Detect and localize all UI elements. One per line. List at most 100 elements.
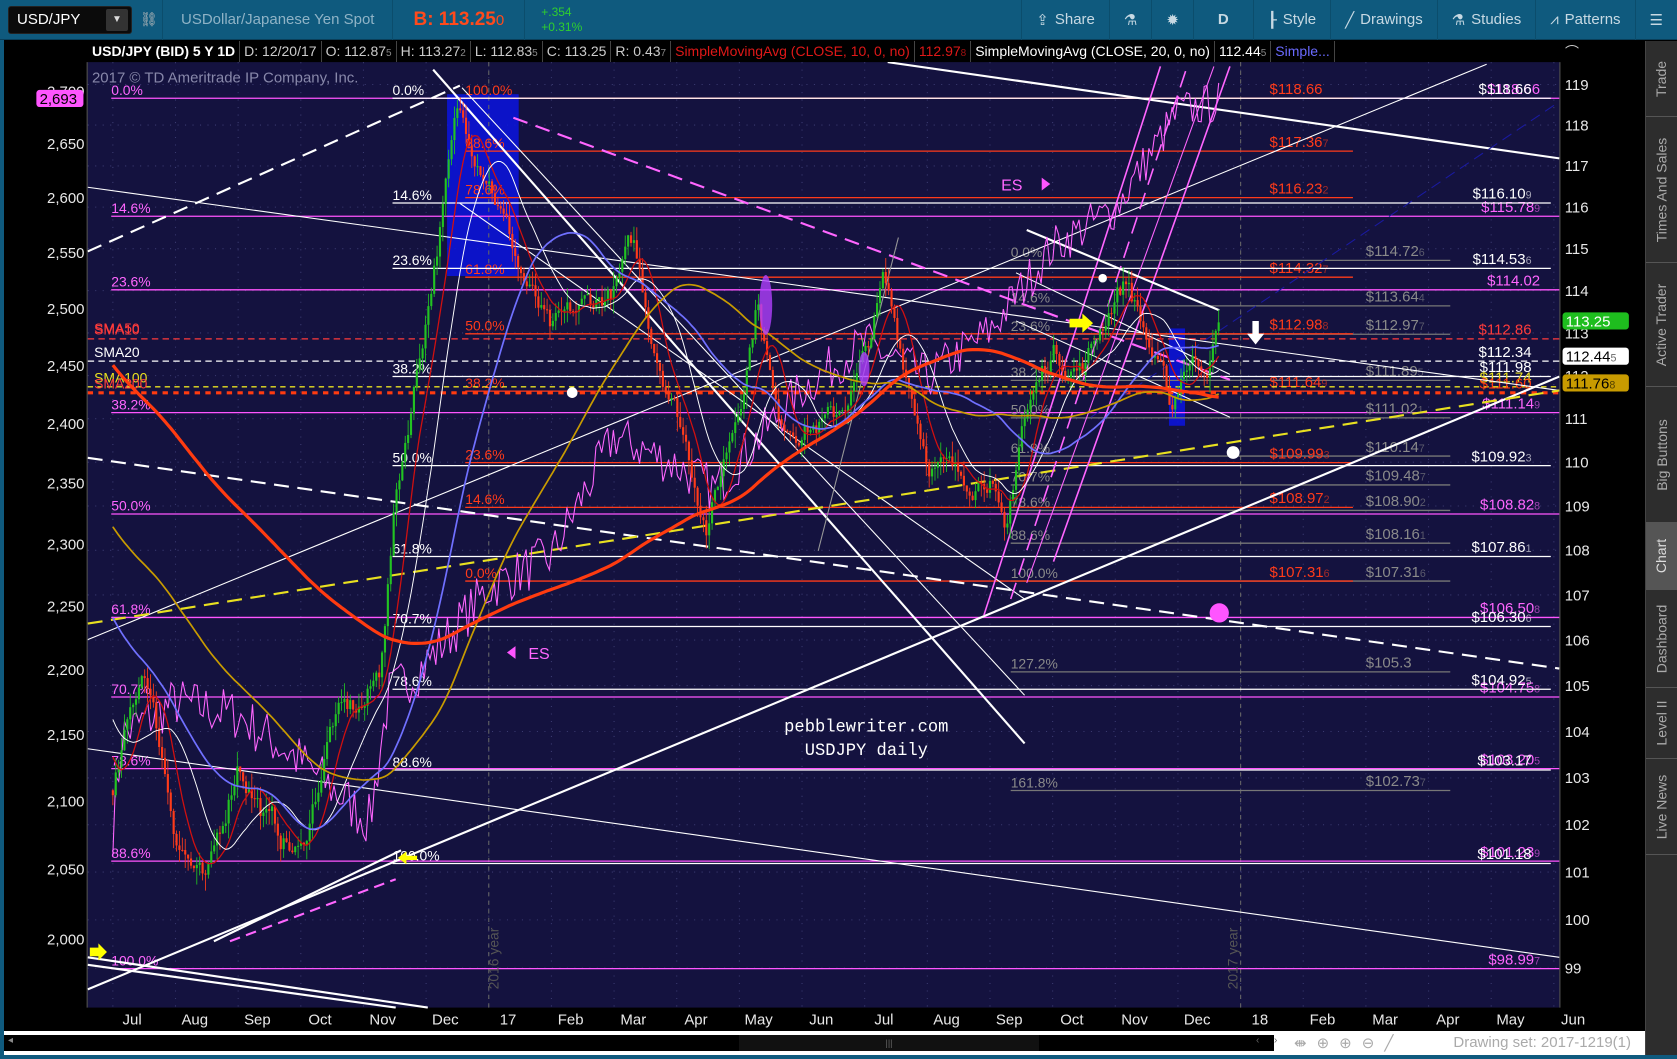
candle[interactable]: [1055, 344, 1058, 354]
candle[interactable]: [1174, 397, 1177, 410]
tab-live-news[interactable]: Live News: [1646, 759, 1677, 855]
candle[interactable]: [421, 348, 424, 359]
candle[interactable]: [123, 729, 126, 751]
crosshair-icon[interactable]: ⊕: [1317, 1034, 1330, 1052]
candle[interactable]: [1177, 393, 1180, 398]
candle[interactable]: [517, 256, 520, 268]
candle[interactable]: [340, 702, 343, 704]
scroll-thumb[interactable]: |||: [739, 1035, 1039, 1051]
candle[interactable]: [835, 414, 838, 417]
candle[interactable]: [627, 235, 630, 247]
candle[interactable]: [870, 338, 873, 348]
candle[interactable]: [1000, 502, 1003, 512]
candle[interactable]: [381, 652, 384, 678]
candle[interactable]: [1017, 447, 1020, 471]
candle[interactable]: [780, 419, 783, 425]
candle[interactable]: [1020, 426, 1023, 448]
candle[interactable]: [1093, 341, 1096, 344]
candle[interactable]: [757, 304, 760, 311]
candle[interactable]: [1116, 287, 1119, 303]
link-icon[interactable]: ⛓: [140, 11, 158, 28]
candle[interactable]: [826, 406, 829, 415]
candle[interactable]: [273, 806, 277, 824]
candle[interactable]: [629, 235, 633, 243]
candle[interactable]: [592, 305, 595, 308]
candle[interactable]: [658, 362, 662, 371]
candle[interactable]: [540, 305, 543, 308]
candle[interactable]: [137, 687, 140, 700]
candle[interactable]: [404, 442, 407, 462]
candle[interactable]: [676, 398, 679, 417]
candle[interactable]: [514, 248, 517, 257]
candle[interactable]: [375, 672, 378, 681]
candle[interactable]: [412, 386, 415, 414]
candle[interactable]: [609, 289, 612, 299]
candle[interactable]: [1142, 321, 1145, 328]
candle[interactable]: [1159, 359, 1162, 361]
chevron-down-icon[interactable]: ▼: [106, 8, 128, 31]
candle[interactable]: [502, 208, 505, 214]
candle[interactable]: [470, 145, 473, 157]
candle[interactable]: [378, 672, 381, 678]
candle[interactable]: [789, 431, 792, 433]
candle[interactable]: [632, 240, 635, 243]
candle[interactable]: [1096, 340, 1099, 342]
share-button[interactable]: ⇪ Share: [1021, 0, 1109, 40]
candle[interactable]: [589, 293, 592, 306]
candle[interactable]: [1072, 368, 1075, 372]
candle[interactable]: [997, 491, 1000, 503]
candle[interactable]: [1136, 300, 1139, 307]
candle[interactable]: [326, 742, 329, 760]
candle[interactable]: [742, 394, 745, 410]
candle[interactable]: [948, 456, 951, 458]
tab-chart[interactable]: Chart: [1646, 523, 1677, 590]
patterns-button[interactable]: ⩘ Patterns: [1535, 0, 1634, 40]
candle[interactable]: [132, 704, 135, 708]
candle[interactable]: [624, 246, 627, 260]
candle[interactable]: [1124, 281, 1128, 285]
candle[interactable]: [160, 746, 164, 758]
candle[interactable]: [711, 502, 714, 524]
candle[interactable]: [745, 370, 748, 395]
candle[interactable]: [641, 268, 644, 293]
candle[interactable]: [473, 156, 476, 167]
candle[interactable]: [1194, 356, 1197, 360]
candle[interactable]: [1182, 371, 1185, 379]
candle[interactable]: [849, 391, 853, 406]
candle[interactable]: [922, 439, 925, 447]
symbol-selector[interactable]: USD/JPY ▼: [8, 5, 132, 34]
candle[interactable]: [1162, 360, 1165, 366]
candle[interactable]: [415, 370, 418, 387]
tab-trade[interactable]: Trade: [1646, 41, 1677, 117]
candle[interactable]: [974, 491, 977, 501]
candle[interactable]: [1098, 329, 1102, 341]
candle[interactable]: [580, 298, 583, 305]
candle[interactable]: [227, 799, 230, 824]
candle[interactable]: [398, 480, 401, 490]
candle[interactable]: [111, 790, 114, 796]
candle[interactable]: [505, 213, 508, 216]
candle[interactable]: [1069, 371, 1073, 378]
candle[interactable]: [557, 310, 560, 313]
candle[interactable]: [867, 345, 870, 348]
candle[interactable]: [436, 256, 439, 266]
candle[interactable]: [1006, 523, 1009, 528]
candle[interactable]: [554, 312, 557, 321]
candle[interactable]: [331, 726, 334, 728]
candle[interactable]: [187, 854, 190, 859]
candle[interactable]: [407, 434, 410, 443]
candle[interactable]: [1084, 362, 1087, 375]
candle[interactable]: [705, 520, 708, 536]
candle[interactable]: [395, 489, 398, 513]
candle[interactable]: [569, 302, 572, 312]
candle[interactable]: [352, 700, 355, 710]
candle[interactable]: [311, 804, 314, 824]
candle[interactable]: [653, 343, 656, 354]
candle[interactable]: [971, 495, 974, 501]
candle[interactable]: [320, 780, 323, 793]
candle[interactable]: [661, 370, 664, 387]
candle[interactable]: [1110, 313, 1113, 315]
candle[interactable]: [673, 398, 676, 400]
candle[interactable]: [1101, 329, 1104, 331]
candle[interactable]: [282, 838, 285, 850]
